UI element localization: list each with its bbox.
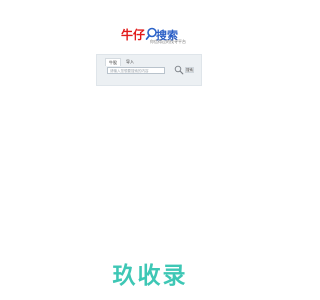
logo-graphic: 牛仔 搜索: [121, 27, 178, 42]
site-logo[interactable]: 牛仔 搜索: [121, 26, 183, 48]
search-button[interactable]: 搜索: [185, 67, 194, 73]
logo-tagline: 你信得过的找寻平台: [150, 39, 186, 44]
search-tabs: 牛股 导入: [105, 58, 137, 66]
tab-niugu[interactable]: 牛股: [105, 58, 121, 66]
footer-brand[interactable]: 玖收录: [0, 262, 300, 290]
page: 牛仔 搜索 你信得过的找寻平台 牛股 导入 搜索 玖收录: [0, 0, 300, 300]
tab-daoru[interactable]: 导入: [123, 58, 137, 65]
logo-part1: 牛仔: [121, 27, 145, 42]
search-input[interactable]: [107, 67, 165, 74]
magnifier-icon[interactable]: [174, 65, 184, 75]
